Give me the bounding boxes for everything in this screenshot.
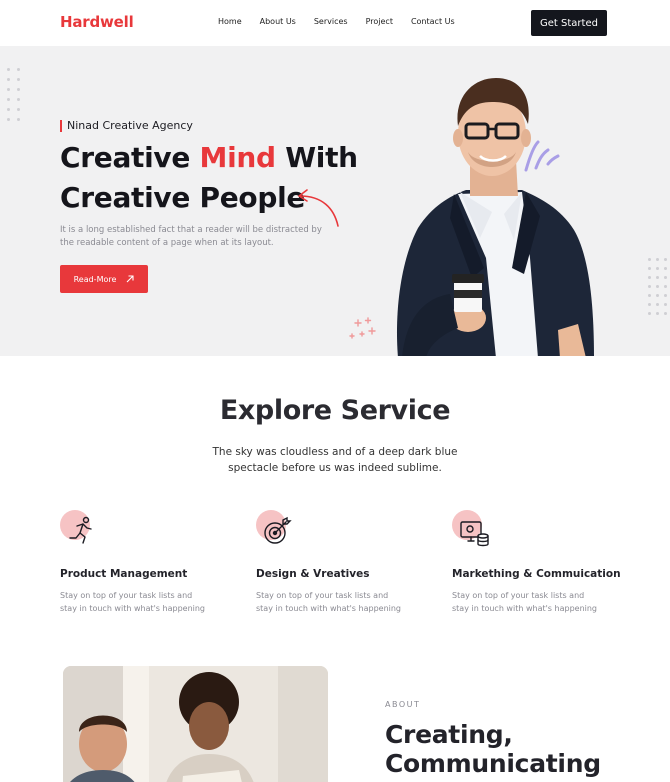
nav-link-project[interactable]: Project — [366, 17, 393, 26]
nav-link-home[interactable]: Home — [218, 17, 242, 26]
service-card-title: Design & Vreatives — [256, 568, 370, 580]
arrow-up-right-icon — [127, 275, 134, 283]
brand-logo[interactable]: Hardwell — [60, 13, 134, 31]
sparkles-icon — [349, 317, 376, 339]
nav-link-services[interactable]: Services — [314, 17, 348, 26]
service-card-design[interactable]: Design & Vreatives Stay on top of your t… — [256, 510, 426, 615]
headline-part2: With — [275, 141, 358, 174]
service-card-title: Markething & Commuication — [452, 568, 621, 580]
service-card-title: Product Management — [60, 568, 188, 580]
about-heading-line2: Communicating — [385, 749, 601, 778]
hero-description: It is a long established fact that a rea… — [60, 225, 322, 248]
read-more-label: Read-More — [73, 274, 117, 284]
about-heading: Creating, Communicating — [385, 720, 601, 778]
headline-accent: Mind — [199, 141, 277, 174]
top-nav: Hardwell Home About Us Services Project … — [0, 0, 670, 46]
decorative-dots-right — [648, 258, 667, 315]
nav-link-about[interactable]: About Us — [260, 17, 296, 26]
read-more-button[interactable]: Read-More — [60, 265, 148, 293]
headline-part1: Creative — [60, 141, 200, 174]
service-card-text: Stay on top of your task lists and stay … — [452, 591, 598, 613]
monitor-database-icon — [460, 521, 489, 547]
about-photo-illustration — [63, 666, 328, 782]
running-person-icon — [69, 516, 92, 544]
main-menu: Home About Us Services Project Contact U… — [218, 17, 473, 26]
about-label: ABOUT — [385, 700, 421, 709]
services-title: Explore Service — [219, 395, 451, 426]
decorative-dots-left — [7, 68, 20, 121]
service-card-text: Stay on top of your task lists and stay … — [60, 591, 206, 613]
hero-section: Ninad Creative Agency Creative Mind With… — [0, 46, 670, 356]
service-card-text: Stay on top of your task lists and stay … — [256, 591, 402, 613]
hero-tagline: Ninad Creative Agency — [60, 120, 193, 132]
nav-link-contact[interactable]: Contact Us — [411, 17, 455, 26]
about-heading-line1: Creating, — [385, 720, 513, 749]
headline-line2: Creative People — [60, 181, 306, 214]
hero-person-image — [396, 78, 594, 356]
about-team-image — [63, 666, 328, 782]
curved-arrow-icon — [298, 189, 339, 227]
services-subtitle: The sky was cloudless and of a deep dark… — [212, 446, 458, 474]
service-card-marketing[interactable]: Markething & Commuication Stay on top of… — [452, 510, 622, 615]
target-icon — [264, 516, 292, 544]
get-started-button[interactable]: Get Started — [531, 10, 607, 36]
service-card-product[interactable]: Product Management Stay on top of your t… — [60, 510, 230, 615]
